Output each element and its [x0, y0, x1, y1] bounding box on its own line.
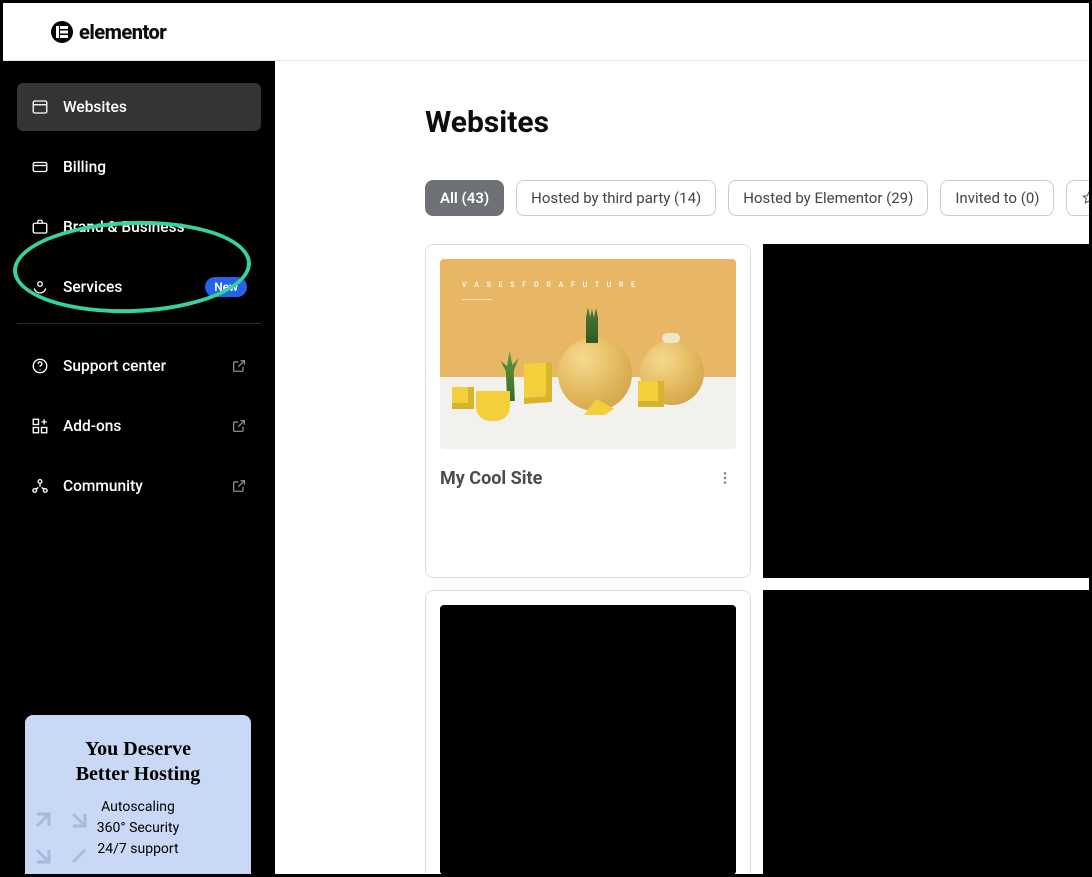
filter-all[interactable]: All (43)	[425, 180, 504, 216]
hand-icon	[31, 278, 49, 296]
sidebar-item-websites[interactable]: Websites	[17, 83, 261, 131]
site-title: My Cool Site	[440, 468, 542, 489]
promo-arrows-icon	[31, 808, 91, 868]
sidebar-item-addons[interactable]: Add-ons	[17, 402, 261, 450]
external-link-icon	[231, 358, 247, 374]
window-icon	[31, 98, 49, 116]
external-link-icon	[231, 478, 247, 494]
filter-chips: All (43) Hosted by third party (14) Host…	[425, 180, 1089, 216]
sidebar-item-label: Community	[63, 477, 143, 495]
briefcase-icon	[31, 218, 49, 236]
sidebar-item-support[interactable]: Support center	[17, 342, 261, 390]
external-link-icon	[231, 418, 247, 434]
site-card-redacted[interactable]	[763, 244, 1089, 578]
kebab-icon	[717, 470, 733, 486]
addons-icon	[31, 417, 49, 435]
site-menu-button[interactable]	[714, 467, 736, 489]
sidebar: Websites Billing Brand & Business Servic…	[3, 61, 275, 874]
site-card-redacted[interactable]	[425, 590, 751, 874]
page-title: Websites	[425, 105, 1089, 140]
card-icon	[31, 158, 49, 176]
sidebar-item-label: Support center	[63, 357, 166, 375]
promo-card[interactable]: You Deserve Better Hosting Autoscaling 3…	[25, 715, 251, 874]
logo-mark-icon	[51, 21, 73, 43]
star-icon	[1081, 190, 1089, 206]
sidebar-item-label: Add-ons	[63, 417, 121, 435]
main-content: Websites All (43) Hosted by third party …	[275, 61, 1089, 874]
help-icon	[31, 357, 49, 375]
sidebar-item-label: Websites	[63, 98, 127, 116]
new-badge: New	[205, 277, 247, 297]
sidebar-item-label: Brand & Business	[63, 218, 185, 236]
filter-invited[interactable]: Invited to (0)	[940, 180, 1054, 216]
site-card[interactable]: V A S E S F O R A F U T U R E My C	[425, 244, 751, 578]
site-thumbnail	[440, 605, 736, 874]
sidebar-item-billing[interactable]: Billing	[17, 143, 261, 191]
brand-name: elementor	[79, 20, 166, 44]
sidebar-item-brand-business[interactable]: Brand & Business	[17, 203, 261, 251]
thumb-heading: V A S E S F O R A F U T U R E	[462, 281, 638, 289]
sites-grid: V A S E S F O R A F U T U R E My C	[425, 244, 1089, 874]
filter-elementor[interactable]: Hosted by Elementor (29)	[728, 180, 928, 216]
sidebar-divider	[17, 323, 261, 324]
site-thumbnail: V A S E S F O R A F U T U R E	[440, 259, 736, 449]
community-icon	[31, 477, 49, 495]
sidebar-item-services[interactable]: Services New	[17, 263, 261, 311]
filter-favorites[interactable]: Favorites (0)	[1066, 180, 1089, 216]
sidebar-item-label: Billing	[63, 158, 106, 176]
brand-logo[interactable]: elementor	[51, 20, 166, 44]
filter-third-party[interactable]: Hosted by third party (14)	[516, 180, 716, 216]
app-header: elementor	[3, 3, 1089, 61]
site-card-redacted[interactable]	[763, 590, 1089, 874]
sidebar-item-community[interactable]: Community	[17, 462, 261, 510]
promo-title: You Deserve Better Hosting	[39, 737, 237, 787]
sidebar-item-label: Services	[63, 278, 122, 296]
